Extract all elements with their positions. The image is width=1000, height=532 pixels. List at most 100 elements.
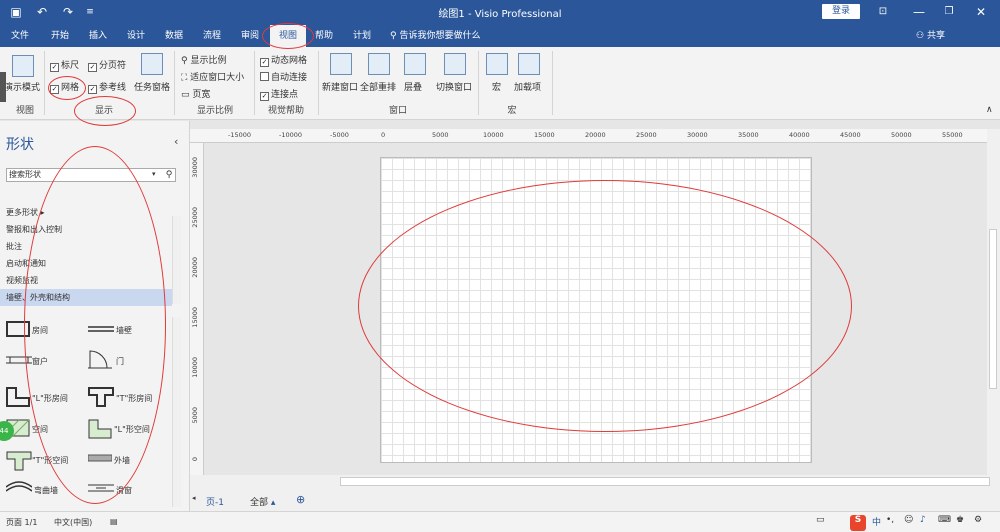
connection-points-checkbox[interactable]: ✓ 连接点 bbox=[260, 87, 298, 101]
list-item[interactable]: 警报和出入控制 bbox=[0, 221, 172, 238]
list-item[interactable]: 视频监视 bbox=[0, 272, 172, 289]
microphone-icon[interactable]: ♪ bbox=[920, 515, 926, 525]
task-panes-button[interactable]: 任务窗格 bbox=[134, 80, 170, 93]
group-label-macros: 宏 bbox=[507, 106, 517, 116]
fit-window-button[interactable]: ⛶ 适应窗口大小 bbox=[181, 70, 244, 83]
horizontal-scrollbar[interactable] bbox=[340, 477, 990, 486]
tab-data[interactable]: 数据 bbox=[160, 25, 188, 47]
list-item[interactable]: 批注 bbox=[0, 238, 172, 255]
page-number[interactable]: 页面 1/1 bbox=[6, 517, 37, 528]
collapse-panel-icon[interactable]: ‹ bbox=[174, 135, 178, 148]
stencil-scrollbar[interactable] bbox=[172, 216, 181, 304]
list-item[interactable]: 启动和通知 bbox=[0, 255, 172, 272]
language-indicator[interactable]: 中文(中国) bbox=[54, 517, 92, 528]
shape-t-room[interactable]: "T"形房间 bbox=[116, 393, 152, 404]
tell-me-search[interactable]: ⚲ 告诉我你想要做什么 bbox=[390, 25, 480, 47]
tab-plan[interactable]: 计划 bbox=[348, 25, 376, 47]
drawing-page[interactable] bbox=[380, 157, 812, 463]
shape-t-space[interactable]: "T"形空间 bbox=[32, 455, 68, 466]
vertical-scrollbar[interactable] bbox=[987, 129, 1000, 475]
skin-icon[interactable]: ♚ bbox=[956, 515, 964, 525]
page-tab-1[interactable]: 页-1 bbox=[206, 495, 224, 508]
page-width-button[interactable]: ▭ 页宽 bbox=[181, 87, 210, 100]
shape-wall[interactable]: 墙壁 bbox=[116, 325, 132, 336]
guides-checkbox[interactable]: ✓ 参考线 bbox=[88, 80, 126, 94]
pagebreak-checkbox[interactable]: ✓ 分页符 bbox=[88, 58, 126, 72]
group-separator bbox=[318, 51, 319, 115]
ruler-checkbox[interactable]: ✓ 标尺 bbox=[50, 58, 79, 72]
more-shapes[interactable]: 更多形状 ▸ bbox=[0, 204, 172, 221]
all-pages-button[interactable]: 全部 ▴ bbox=[250, 495, 275, 508]
macro-record-icon[interactable]: ▤ bbox=[110, 517, 118, 526]
tab-design[interactable]: 设计 bbox=[122, 25, 150, 47]
presentation-mode-button[interactable]: 演示模式 bbox=[4, 80, 40, 93]
tab-view[interactable]: 视图 bbox=[270, 25, 306, 47]
ruler-label: 25000 bbox=[636, 131, 657, 139]
task-panes-icon[interactable] bbox=[141, 53, 163, 75]
dropdown-icon[interactable]: ▾ bbox=[152, 170, 156, 178]
fit-icon: ⛶ bbox=[181, 73, 191, 83]
keyboard-icon[interactable]: ⌨ bbox=[938, 515, 951, 525]
login-button[interactable]: 登录 bbox=[822, 4, 860, 19]
tab-home[interactable]: 开始 bbox=[46, 25, 74, 47]
shape-exterior-wall[interactable]: 外墙 bbox=[114, 455, 130, 466]
tab-help[interactable]: 帮助 bbox=[310, 25, 338, 47]
close-icon[interactable]: ✕ bbox=[966, 2, 996, 22]
menu-bar: 文件 开始 插入 设计 数据 流程 审阅 视图 帮助 计划 ⚲ 告诉我你想要做什… bbox=[0, 25, 1000, 47]
grid-checkbox[interactable]: ✓ 网格 bbox=[50, 80, 79, 94]
shape-room[interactable]: 房间 bbox=[32, 325, 48, 336]
add-page-icon[interactable]: ⊕ bbox=[296, 493, 305, 506]
scroll-thumb[interactable] bbox=[989, 229, 997, 389]
restore-icon[interactable]: ❐ bbox=[934, 2, 964, 22]
tab-file[interactable]: 文件 bbox=[6, 25, 34, 47]
drawing-canvas[interactable] bbox=[204, 143, 987, 475]
arrange-all-button[interactable]: 全部重排 bbox=[360, 80, 396, 93]
shape-door[interactable]: 门 bbox=[116, 356, 124, 367]
punctuation-icon[interactable]: •, bbox=[886, 515, 894, 525]
new-window-icon[interactable] bbox=[330, 53, 352, 75]
zoom-button[interactable]: ⚲ 显示比例 bbox=[181, 53, 226, 66]
auto-connect-checkbox[interactable]: 自动连接 bbox=[260, 70, 307, 83]
shape-sliding-window[interactable]: 滑窗 bbox=[116, 485, 132, 496]
shapes-scrollbar[interactable] bbox=[172, 317, 181, 507]
presentation-mode-icon[interactable] bbox=[12, 55, 34, 77]
minimize-icon[interactable]: — bbox=[904, 2, 934, 22]
list-item[interactable]: 墙壁、外壳和结构 bbox=[0, 289, 172, 306]
tab-process[interactable]: 流程 bbox=[198, 25, 226, 47]
new-window-button[interactable]: 新建窗口 bbox=[322, 80, 358, 93]
tools-icon[interactable]: ⚙ bbox=[974, 515, 982, 525]
switch-windows-button[interactable]: 切换窗口 bbox=[436, 80, 472, 93]
present-icon[interactable]: ▭ bbox=[816, 515, 825, 525]
search-icon[interactable]: ⚲ bbox=[162, 168, 176, 182]
shapes-panel-title: 形状 bbox=[6, 137, 34, 153]
shape-l-room[interactable]: "L"形房间 bbox=[32, 393, 68, 404]
cascade-icon[interactable] bbox=[404, 53, 426, 75]
vertical-ruler: 30000 25000 20000 15000 10000 5000 0 bbox=[190, 143, 204, 475]
scroll-left-icon[interactable]: ◂ bbox=[192, 494, 196, 502]
horizontal-ruler: -15000 -10000 -5000 0 5000 10000 15000 2… bbox=[190, 129, 987, 143]
arrange-all-icon[interactable] bbox=[368, 53, 390, 75]
ribbon-display-icon[interactable]: ⊡ bbox=[868, 2, 898, 22]
dynamic-grid-checkbox[interactable]: ✓ 动态网格 bbox=[260, 53, 307, 67]
shape-space[interactable]: 空间 bbox=[32, 424, 48, 435]
switch-windows-icon[interactable] bbox=[444, 53, 466, 75]
addins-icon[interactable] bbox=[518, 53, 540, 75]
addins-button[interactable]: 加载项 bbox=[514, 80, 541, 93]
collapse-ribbon-icon[interactable]: ∧ bbox=[986, 105, 993, 115]
shape-search-input[interactable]: 搜索形状 bbox=[6, 168, 176, 182]
emoji-icon[interactable]: ☺ bbox=[904, 515, 913, 525]
macros-button[interactable]: 宏 bbox=[492, 80, 501, 93]
macros-icon[interactable] bbox=[486, 53, 508, 75]
cascade-button[interactable]: 层叠 bbox=[404, 80, 422, 93]
share-button[interactable]: ⚇ 共享 bbox=[916, 25, 945, 47]
tab-review[interactable]: 审阅 bbox=[236, 25, 264, 47]
ime-mode[interactable]: 中 bbox=[872, 515, 881, 528]
ruler-label: -5000 bbox=[330, 131, 349, 139]
shape-l-space[interactable]: "L"形空间 bbox=[114, 424, 150, 435]
tab-insert[interactable]: 插入 bbox=[84, 25, 112, 47]
shape-curved-wall[interactable]: 弯曲墙 bbox=[34, 485, 58, 496]
sogou-icon[interactable]: S bbox=[850, 515, 866, 531]
shape-window[interactable]: 窗户 bbox=[32, 356, 48, 367]
group-separator bbox=[174, 51, 175, 115]
group-label-visual-aids: 视觉帮助 bbox=[267, 106, 304, 116]
